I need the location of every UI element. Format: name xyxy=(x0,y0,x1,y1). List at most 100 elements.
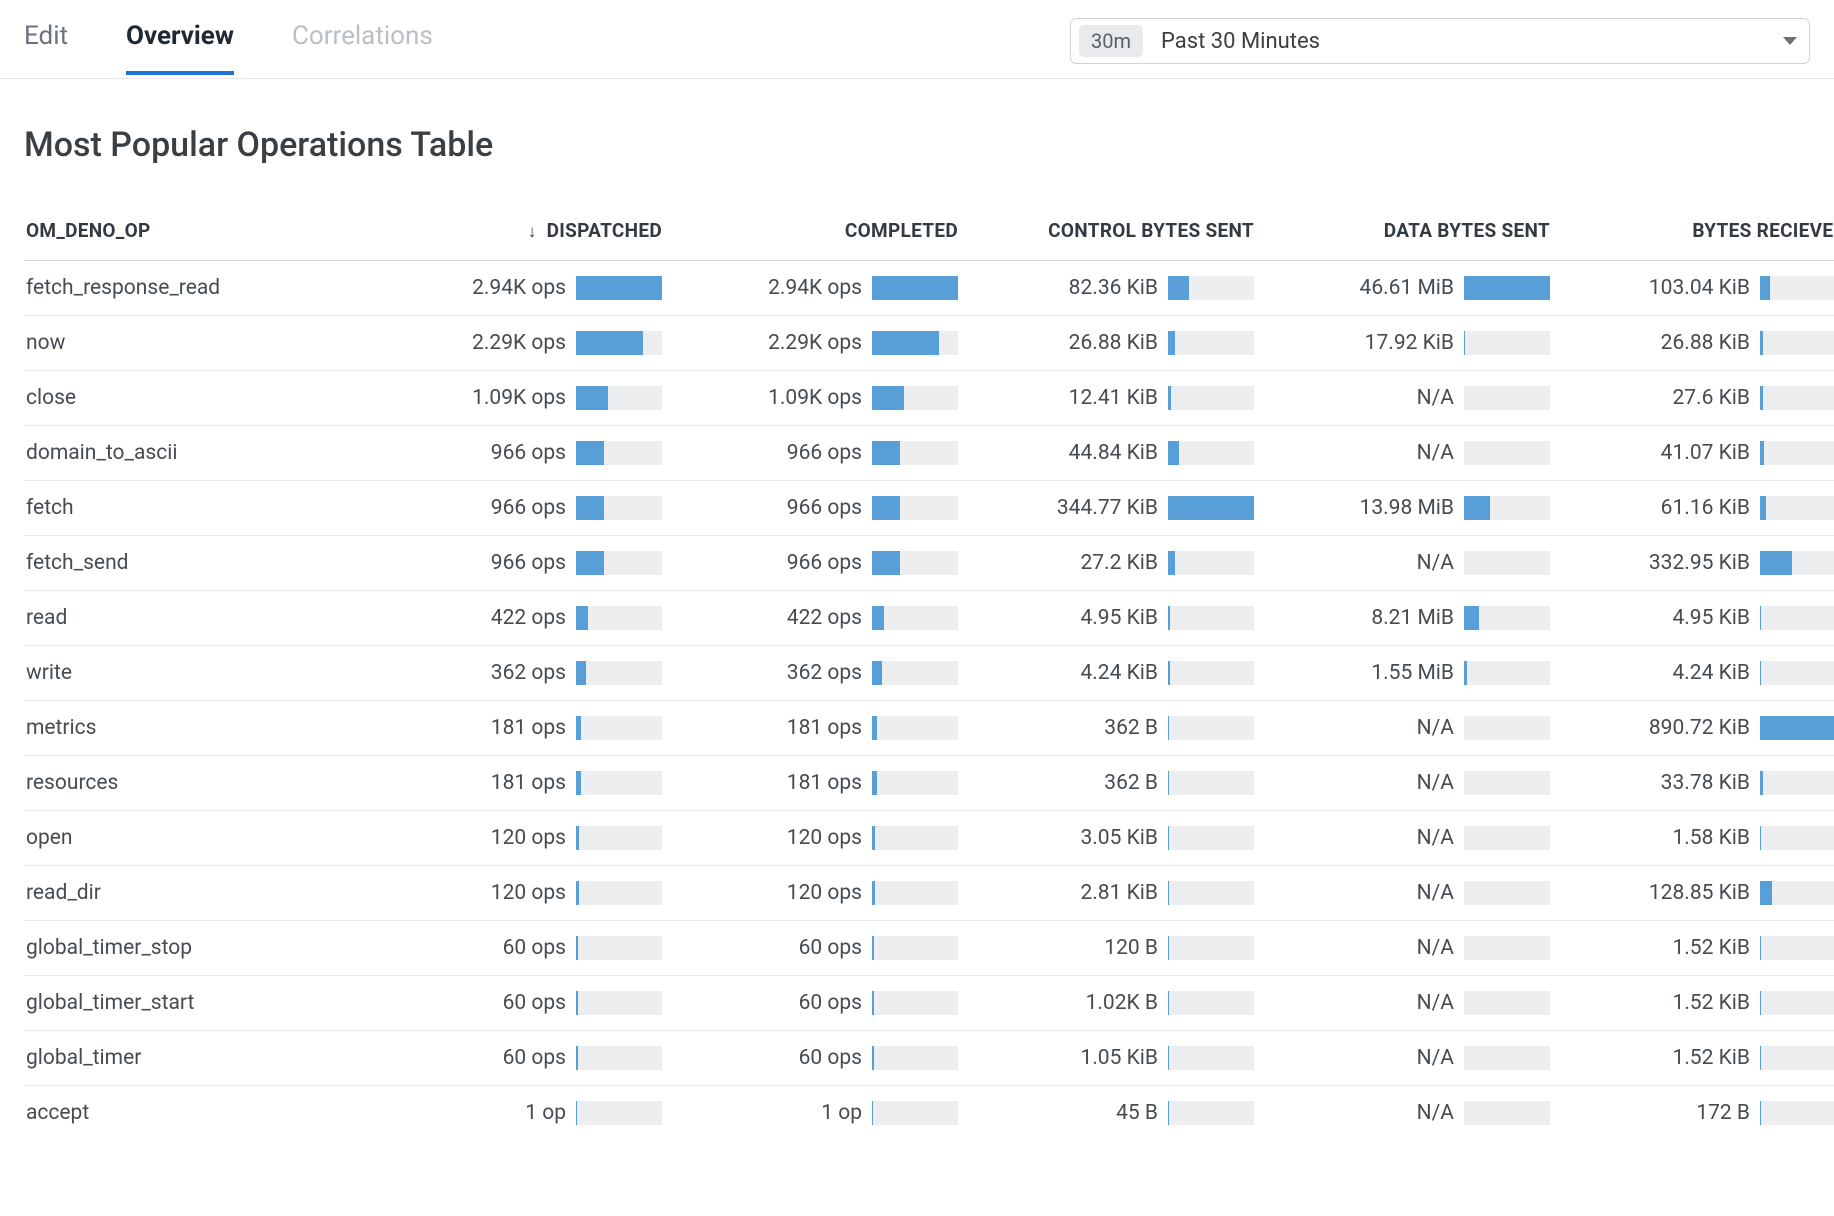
metric-value: 1.58 KiB xyxy=(1566,826,1750,850)
tab-correlations[interactable]: Correlations xyxy=(292,21,433,75)
metric-cell-data: N/A xyxy=(1262,1031,1558,1086)
metric-cell-recv: 33.78 KiB xyxy=(1558,756,1834,811)
metric-value: 966 ops xyxy=(678,551,862,575)
bar-chart xyxy=(1464,331,1550,355)
bar-fill xyxy=(576,936,578,960)
metric-value: 3.05 KiB xyxy=(974,826,1158,850)
bar-chart xyxy=(1760,936,1834,960)
table-row[interactable]: global_timer60 ops60 ops1.05 KiBN/A1.52 … xyxy=(24,1031,1834,1086)
metric-value: N/A xyxy=(1270,881,1454,905)
bar-fill xyxy=(1464,496,1490,520)
metric-value: 44.84 KiB xyxy=(974,441,1158,465)
metric-value: 8.21 MiB xyxy=(1270,606,1454,630)
col-header-data-bytes-sent[interactable]: DATA BYTES SENT xyxy=(1262,207,1558,261)
metric-cell-dispatched: 181 ops xyxy=(374,756,670,811)
table-row[interactable]: close1.09K ops1.09K ops12.41 KiBN/A27.6 … xyxy=(24,371,1834,426)
metric-cell-dispatched: 362 ops xyxy=(374,646,670,701)
table-row[interactable]: resources181 ops181 ops362 BN/A33.78 KiB xyxy=(24,756,1834,811)
metric-value: 17.92 KiB xyxy=(1270,331,1454,355)
bar-chart xyxy=(576,1046,662,1070)
metric-value: 45 B xyxy=(974,1101,1158,1125)
bar-fill xyxy=(1760,386,1763,410)
metric-cell-recv: 1.58 KiB xyxy=(1558,811,1834,866)
bar-chart xyxy=(1464,881,1550,905)
table-row[interactable]: fetch_send966 ops966 ops27.2 KiBN/A332.9… xyxy=(24,536,1834,591)
table-row[interactable]: fetch_response_read2.94K ops2.94K ops82.… xyxy=(24,261,1834,316)
table-row[interactable]: open120 ops120 ops3.05 KiBN/A1.58 KiB xyxy=(24,811,1834,866)
metric-value: 82.36 KiB xyxy=(974,276,1158,300)
bar-chart xyxy=(1464,441,1550,465)
bar-fill xyxy=(576,661,586,685)
bar-fill xyxy=(1168,551,1175,575)
col-header-bytes-received[interactable]: BYTES RECIEVED xyxy=(1558,207,1834,261)
time-range-badge: 30m xyxy=(1079,25,1143,57)
col-header-dispatched[interactable]: ↓DISPATCHED xyxy=(374,207,670,261)
bar-fill xyxy=(1760,496,1766,520)
tab-edit[interactable]: Edit xyxy=(24,21,68,75)
bar-fill xyxy=(1760,551,1792,575)
metric-value: N/A xyxy=(1270,936,1454,960)
metric-value: 1.55 MiB xyxy=(1270,661,1454,685)
op-name-cell: fetch_send xyxy=(24,536,374,591)
metric-value: 26.88 KiB xyxy=(1566,331,1750,355)
op-name-cell: metrics xyxy=(24,701,374,756)
bar-chart xyxy=(1168,771,1254,795)
table-row[interactable]: fetch966 ops966 ops344.77 KiB13.98 MiB61… xyxy=(24,481,1834,536)
op-name-cell: open xyxy=(24,811,374,866)
table-row[interactable]: global_timer_stop60 ops60 ops120 BN/A1.5… xyxy=(24,921,1834,976)
op-name-cell: read_dir xyxy=(24,866,374,921)
table-row[interactable]: write362 ops362 ops4.24 KiB1.55 MiB4.24 … xyxy=(24,646,1834,701)
bar-chart xyxy=(872,551,958,575)
metric-value: 1 op xyxy=(382,1101,566,1125)
metric-cell-control: 82.36 KiB xyxy=(966,261,1262,316)
metric-cell-completed: 120 ops xyxy=(670,811,966,866)
metric-value: 362 B xyxy=(974,716,1158,740)
bar-chart xyxy=(1464,1046,1550,1070)
bar-fill xyxy=(576,716,581,740)
bar-fill xyxy=(576,331,643,355)
bar-fill xyxy=(872,1101,873,1125)
metric-value: 41.07 KiB xyxy=(1566,441,1750,465)
col-header-control-bytes-sent[interactable]: CONTROL BYTES SENT xyxy=(966,207,1262,261)
col-header-completed[interactable]: COMPLETED xyxy=(670,207,966,261)
bar-chart xyxy=(1168,386,1254,410)
bar-fill xyxy=(872,496,900,520)
metric-value: 172 B xyxy=(1566,1101,1750,1125)
bar-fill xyxy=(1760,991,1761,1015)
table-row[interactable]: metrics181 ops181 ops362 BN/A890.72 KiB xyxy=(24,701,1834,756)
time-range-picker[interactable]: 30m Past 30 Minutes xyxy=(1070,18,1810,64)
bar-chart xyxy=(576,661,662,685)
op-name-cell: read xyxy=(24,591,374,646)
metric-cell-dispatched: 181 ops xyxy=(374,701,670,756)
table-row[interactable]: domain_to_ascii966 ops966 ops44.84 KiBN/… xyxy=(24,426,1834,481)
metric-value: 966 ops xyxy=(382,496,566,520)
bar-fill xyxy=(872,991,874,1015)
metric-cell-data: N/A xyxy=(1262,371,1558,426)
tabs: Edit Overview Correlations xyxy=(24,21,1070,75)
metric-value: N/A xyxy=(1270,1101,1454,1125)
metric-cell-completed: 2.94K ops xyxy=(670,261,966,316)
metric-value: 2.29K ops xyxy=(382,331,566,355)
metric-cell-control: 12.41 KiB xyxy=(966,371,1262,426)
bar-fill xyxy=(576,276,662,300)
bar-fill xyxy=(1168,716,1169,740)
metric-value: 332.95 KiB xyxy=(1566,551,1750,575)
table-row[interactable]: now2.29K ops2.29K ops26.88 KiB17.92 KiB2… xyxy=(24,316,1834,371)
bar-chart xyxy=(1464,276,1550,300)
table-row[interactable]: read422 ops422 ops4.95 KiB8.21 MiB4.95 K… xyxy=(24,591,1834,646)
metric-value: N/A xyxy=(1270,1046,1454,1070)
op-name-cell: global_timer xyxy=(24,1031,374,1086)
metric-value: 60 ops xyxy=(678,991,862,1015)
col-header-name[interactable]: OM_DENO_OP xyxy=(24,207,374,261)
metric-cell-dispatched: 966 ops xyxy=(374,481,670,536)
table-row[interactable]: accept1 op1 op45 BN/A172 B xyxy=(24,1086,1834,1141)
tab-overview[interactable]: Overview xyxy=(126,21,234,75)
bar-fill xyxy=(1464,276,1550,300)
bar-chart xyxy=(1168,496,1254,520)
table-row[interactable]: global_timer_start60 ops60 ops1.02K BN/A… xyxy=(24,976,1834,1031)
bar-chart xyxy=(872,331,958,355)
bar-fill xyxy=(576,386,608,410)
table-row[interactable]: read_dir120 ops120 ops2.81 KiBN/A128.85 … xyxy=(24,866,1834,921)
bar-chart xyxy=(872,661,958,685)
op-name-cell: domain_to_ascii xyxy=(24,426,374,481)
